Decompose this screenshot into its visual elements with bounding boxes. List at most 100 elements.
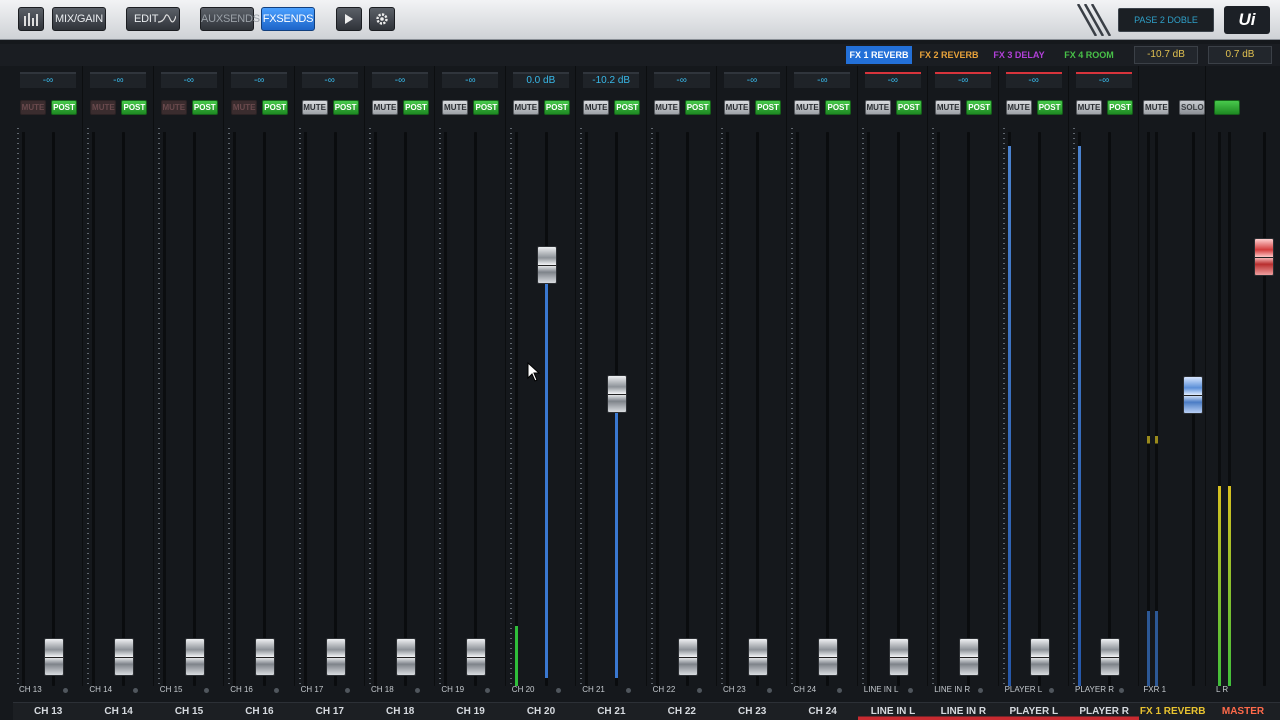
post-button[interactable]: POST <box>1107 100 1133 115</box>
send-level-readout[interactable]: -∞ <box>301 72 358 88</box>
send-level-readout[interactable]: -∞ <box>653 72 710 88</box>
channel-fader[interactable] <box>748 638 768 676</box>
post-button[interactable]: POST <box>121 100 148 115</box>
post-button[interactable]: POST <box>262 100 289 115</box>
channel-fader[interactable] <box>466 638 487 676</box>
channel-name[interactable]: CH 13 <box>13 702 84 720</box>
master-on-button[interactable] <box>1214 100 1240 115</box>
channel-name[interactable]: CH 15 <box>153 702 225 720</box>
send-level-readout[interactable]: -∞ <box>442 72 499 88</box>
post-button[interactable]: POST <box>825 100 852 115</box>
channel-fader[interactable] <box>1100 638 1120 676</box>
mute-button[interactable]: MUTE <box>653 100 680 115</box>
mute-button[interactable]: MUTE <box>583 100 610 115</box>
post-button[interactable]: POST <box>191 100 218 115</box>
channel-name[interactable]: CH 22 <box>646 702 717 720</box>
send-level-readout[interactable]: -∞ <box>1005 72 1062 88</box>
edit-button[interactable]: EDIT <box>126 7 180 31</box>
mix-gain-button[interactable]: MIX/GAIN <box>52 7 106 31</box>
preset-display[interactable]: PASE 2 DOBLE <box>1118 8 1214 32</box>
tab-fx3-delay[interactable]: FX 3 DELAY <box>986 46 1052 64</box>
mute-button[interactable]: MUTE <box>231 100 258 115</box>
fx-solo-button[interactable]: SOLO <box>1179 100 1206 115</box>
channel-fader[interactable] <box>888 638 909 676</box>
channel-name[interactable]: LINE IN L <box>857 702 929 720</box>
channel-fader[interactable] <box>325 638 346 676</box>
send-level-readout[interactable]: -∞ <box>935 72 992 88</box>
mute-button[interactable]: MUTE <box>935 100 962 115</box>
mute-button[interactable]: MUTE <box>512 100 539 115</box>
channel-name[interactable]: CH 14 <box>83 702 154 720</box>
send-level-readout[interactable]: -∞ <box>20 72 76 88</box>
post-button[interactable]: POST <box>543 100 570 115</box>
channel-fader[interactable] <box>818 638 839 676</box>
channel-name[interactable]: CH 21 <box>576 702 647 720</box>
mute-button[interactable]: MUTE <box>1005 100 1032 115</box>
channel-name[interactable]: CH 20 <box>505 702 577 720</box>
post-button[interactable]: POST <box>473 100 500 115</box>
mute-button[interactable]: MUTE <box>1076 100 1102 115</box>
channel-name[interactable]: PLAYER R <box>1069 702 1140 720</box>
send-level-readout[interactable]: -10.2 dB <box>583 72 640 88</box>
post-button[interactable]: POST <box>332 100 359 115</box>
send-level-readout[interactable]: -∞ <box>724 72 780 88</box>
channel-name[interactable]: CH 19 <box>435 702 506 720</box>
send-level-readout[interactable]: -∞ <box>864 72 921 88</box>
aux-sends-button[interactable]: AUXSENDS <box>200 7 260 31</box>
post-button[interactable]: POST <box>51 100 77 115</box>
fx-mute-button[interactable]: MUTE <box>1143 100 1170 115</box>
mute-button[interactable]: MUTE <box>90 100 117 115</box>
channel-name[interactable]: CH 16 <box>224 702 295 720</box>
send-level-readout[interactable]: -∞ <box>794 72 851 88</box>
send-level-readout[interactable]: -∞ <box>231 72 288 88</box>
send-level-readout[interactable]: -∞ <box>160 72 217 88</box>
mute-button[interactable]: MUTE <box>442 100 469 115</box>
channel-fader[interactable] <box>536 246 557 284</box>
channel-name[interactable]: CH 17 <box>294 702 365 720</box>
signal-meter <box>1078 132 1081 686</box>
send-level-readout[interactable]: -∞ <box>1076 72 1132 88</box>
post-button[interactable]: POST <box>1036 100 1063 115</box>
mute-button[interactable]: MUTE <box>160 100 187 115</box>
fx-return-name[interactable]: FX 1 REVERB <box>1139 702 1206 720</box>
mute-button[interactable]: MUTE <box>20 100 46 115</box>
channel-fader[interactable] <box>607 374 628 413</box>
tab-fx4-room[interactable]: FX 4 ROOM <box>1056 46 1122 64</box>
mute-button[interactable]: MUTE <box>724 100 750 115</box>
play-button[interactable] <box>336 7 362 31</box>
post-button[interactable]: POST <box>966 100 993 115</box>
fx-sends-button[interactable]: FXSENDS <box>261 7 315 31</box>
channel-name[interactable]: CH 23 <box>717 702 788 720</box>
channel-name[interactable]: PLAYER L <box>998 702 1069 720</box>
post-button[interactable]: POST <box>684 100 711 115</box>
channel-fader[interactable] <box>959 638 980 676</box>
send-level-readout[interactable]: 0.0 dB <box>512 72 569 88</box>
send-level-readout[interactable]: -∞ <box>372 72 428 88</box>
channel-name[interactable]: LINE IN R <box>928 702 999 720</box>
meters-button[interactable] <box>18 7 44 31</box>
channel-fader[interactable] <box>114 638 135 676</box>
send-level-readout[interactable]: -∞ <box>90 72 147 88</box>
settings-button[interactable] <box>369 7 395 31</box>
master-name[interactable]: MASTER <box>1206 702 1280 720</box>
channel-fader[interactable] <box>396 638 416 676</box>
post-button[interactable]: POST <box>895 100 922 115</box>
mute-button[interactable]: MUTE <box>794 100 821 115</box>
mute-button[interactable]: MUTE <box>372 100 398 115</box>
post-button[interactable]: POST <box>614 100 641 115</box>
fx-return-fader[interactable] <box>1183 376 1204 414</box>
channel-fader[interactable] <box>255 638 276 676</box>
post-button[interactable]: POST <box>403 100 429 115</box>
channel-fader[interactable] <box>677 638 698 676</box>
channel-name[interactable]: CH 24 <box>787 702 858 720</box>
channel-fader[interactable] <box>1029 638 1050 676</box>
channel-fader[interactable] <box>184 638 205 676</box>
master-fader[interactable] <box>1254 238 1274 276</box>
mute-button[interactable]: MUTE <box>864 100 891 115</box>
channel-fader[interactable] <box>44 638 64 676</box>
tab-fx2-reverb[interactable]: FX 2 REVERB <box>916 46 982 64</box>
post-button[interactable]: POST <box>755 100 781 115</box>
channel-name[interactable]: CH 18 <box>365 702 436 720</box>
tab-fx1-reverb[interactable]: FX 1 REVERB <box>846 46 912 64</box>
mute-button[interactable]: MUTE <box>301 100 328 115</box>
